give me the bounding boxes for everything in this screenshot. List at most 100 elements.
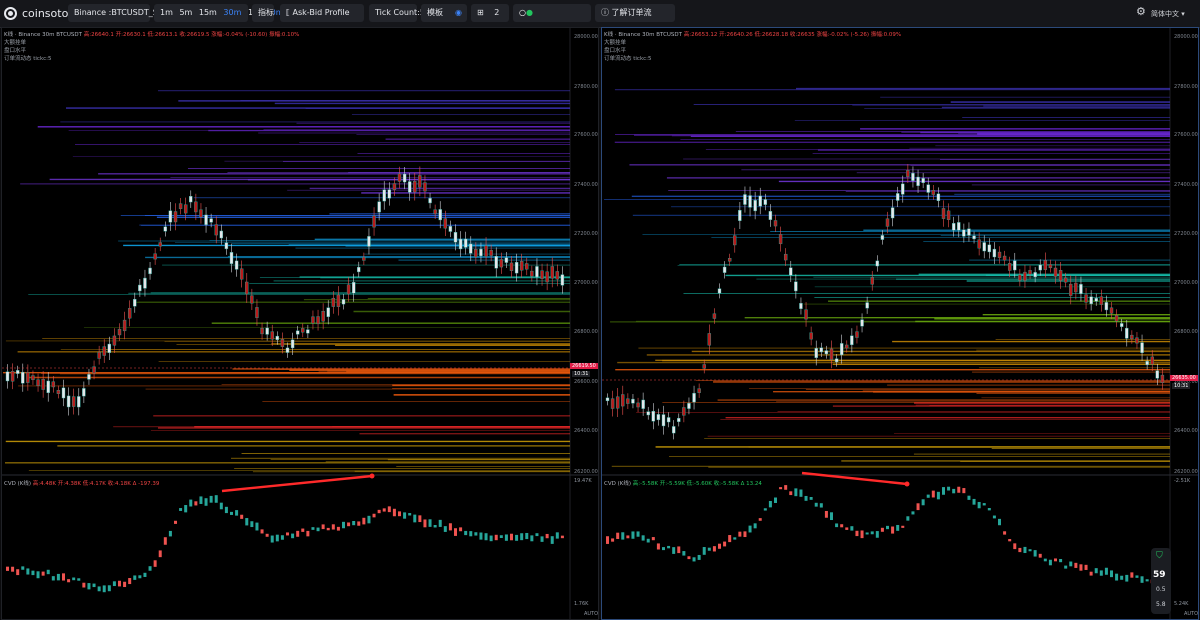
candle-body bbox=[753, 200, 757, 212]
cvd-bar bbox=[62, 573, 65, 581]
candle-body bbox=[636, 402, 640, 408]
candle-body bbox=[982, 242, 986, 252]
top-toolbar: coinsoto Binance :BTCUSDT_SPOT 1m 5m 15m… bbox=[0, 0, 1200, 28]
candle-body bbox=[666, 417, 671, 423]
template-label: 模板 bbox=[427, 8, 443, 17]
candle-body bbox=[661, 414, 666, 427]
candle-body bbox=[870, 277, 874, 285]
language-selector[interactable]: 简体中文 ▾ bbox=[1151, 9, 1185, 19]
candle-body bbox=[51, 381, 56, 388]
sub-label-depth: 盘口水平 bbox=[604, 48, 627, 54]
cvd-bar bbox=[662, 547, 665, 551]
price-axis-label: 27800.00 bbox=[574, 84, 598, 90]
cvd-bar bbox=[260, 529, 264, 534]
cvd-bar bbox=[712, 546, 716, 552]
cvd-bar bbox=[123, 581, 127, 588]
cvd-bar bbox=[707, 547, 711, 551]
chart-panel-right[interactable]: 28000.00 27800.00 27600.00 27400.00 27200.00… bbox=[601, 27, 1199, 620]
cvd-bar bbox=[606, 536, 609, 544]
candle-body bbox=[855, 331, 859, 338]
candle-body bbox=[850, 335, 854, 346]
cvd-high: 高:-5.58K bbox=[632, 481, 658, 487]
cvd-bar bbox=[998, 518, 1001, 526]
cvd-bar bbox=[774, 497, 777, 504]
candle-body bbox=[306, 329, 310, 334]
chart-canvas-right[interactable]: 28000.00 27800.00 27600.00 27400.00 27200.00… bbox=[602, 28, 1199, 620]
chart-canvas-left[interactable]: 28000.00 27800.00 27600.00 27400.00 27200.00… bbox=[2, 28, 599, 620]
profile-button[interactable]: ⟦ Ask-Bid Profile bbox=[280, 4, 364, 22]
candle-body bbox=[92, 366, 96, 374]
subscribe-label: 了解订单流 bbox=[611, 8, 652, 17]
cvd-bar bbox=[1084, 564, 1088, 570]
timeframe-selector[interactable]: 1m 5m 15m 30m 1H 30m▾ bbox=[154, 4, 292, 22]
timeframe-1m[interactable]: 1m bbox=[160, 8, 173, 17]
template-button[interactable]: 模板 ◉ bbox=[421, 4, 467, 22]
candle-body bbox=[1155, 370, 1160, 379]
gear-icon[interactable]: ⚙ bbox=[1136, 5, 1146, 18]
timeframe-15m[interactable]: 15m bbox=[199, 8, 217, 17]
candle-body bbox=[702, 364, 706, 369]
candle-body bbox=[692, 392, 696, 403]
auto-scale-button[interactable]: AUTO bbox=[584, 611, 598, 617]
candle-body bbox=[443, 218, 448, 229]
cvd-bar bbox=[855, 530, 859, 537]
price-axis-label: 26200.00 bbox=[574, 469, 598, 475]
chart-low: 低:26613.1 bbox=[147, 32, 178, 38]
candle-body bbox=[168, 210, 173, 223]
cvd-bar bbox=[398, 511, 401, 517]
candle-body bbox=[941, 208, 946, 219]
candle-body bbox=[615, 396, 620, 409]
price-axis-label: 27200.00 bbox=[1174, 231, 1198, 237]
candle-body bbox=[911, 172, 915, 181]
candle-body bbox=[1074, 282, 1078, 293]
toggle-switch[interactable]: ○● bbox=[513, 4, 591, 22]
tick-count-button[interactable]: Tick Count:5 bbox=[369, 4, 425, 22]
cvd-bar bbox=[296, 530, 300, 537]
price-axis-label: 26600.00 bbox=[574, 379, 598, 385]
candle-body bbox=[682, 407, 686, 416]
layout-button[interactable]: ⊞ 2 bbox=[471, 4, 509, 22]
candle-body bbox=[56, 389, 61, 394]
cvd-axis-bottom: 5.24K bbox=[1174, 601, 1189, 607]
cvd-bar bbox=[1130, 572, 1134, 578]
candle-body bbox=[946, 210, 951, 220]
cvd-bar bbox=[6, 566, 9, 571]
chart-change: 涨幅:-0.02% (-5.26) bbox=[816, 32, 870, 38]
cvd-bar bbox=[255, 522, 259, 531]
cvd-bar bbox=[550, 536, 554, 544]
cvd-bar bbox=[621, 532, 625, 540]
timeframe-30m[interactable]: 30m bbox=[223, 8, 241, 17]
side-widget[interactable]: ⛉ 59 0.5 5.8 bbox=[1151, 548, 1171, 614]
candle-body bbox=[626, 398, 630, 404]
candle-body bbox=[727, 258, 732, 262]
chart-change: 涨幅:-0.04% (-10.60) bbox=[211, 32, 268, 38]
candle-body bbox=[229, 252, 234, 264]
cvd-bar bbox=[408, 513, 412, 516]
symbol-selector[interactable]: Binance :BTCUSDT_SPOT bbox=[68, 4, 174, 22]
cvd-bar bbox=[235, 510, 239, 516]
candle-body bbox=[509, 262, 514, 271]
indicator-button[interactable]: 指标 bbox=[252, 4, 274, 22]
candle-body bbox=[916, 176, 920, 186]
timeframe-5m[interactable]: 5m bbox=[179, 8, 192, 17]
cvd-bar bbox=[331, 524, 335, 530]
candle-body bbox=[875, 260, 880, 267]
shield-icon: ⛉ bbox=[1156, 551, 1163, 561]
subscribe-button[interactable]: ⓘ 了解订单流 bbox=[595, 4, 675, 22]
cvd-bar bbox=[1054, 558, 1057, 562]
cvd-bar bbox=[896, 524, 900, 531]
candle-body bbox=[671, 426, 676, 434]
auto-scale-button[interactable]: AUTO bbox=[1184, 611, 1198, 617]
widget-score: 59 bbox=[1153, 570, 1166, 580]
candle-body bbox=[1104, 302, 1109, 311]
cvd-bar bbox=[270, 535, 274, 543]
price-axis-label: 26200.00 bbox=[1174, 469, 1198, 475]
candle-body bbox=[15, 370, 20, 374]
candle-body bbox=[1013, 260, 1017, 271]
candle-body bbox=[748, 195, 752, 208]
candle-body bbox=[997, 251, 1002, 258]
chart-panel-left[interactable]: 28000.00 27800.00 27600.00 27400.00 27200.00… bbox=[1, 27, 599, 620]
brand-logo[interactable]: coinsoto bbox=[4, 4, 68, 22]
candle-body bbox=[1079, 284, 1083, 294]
cvd-bar bbox=[21, 566, 25, 570]
